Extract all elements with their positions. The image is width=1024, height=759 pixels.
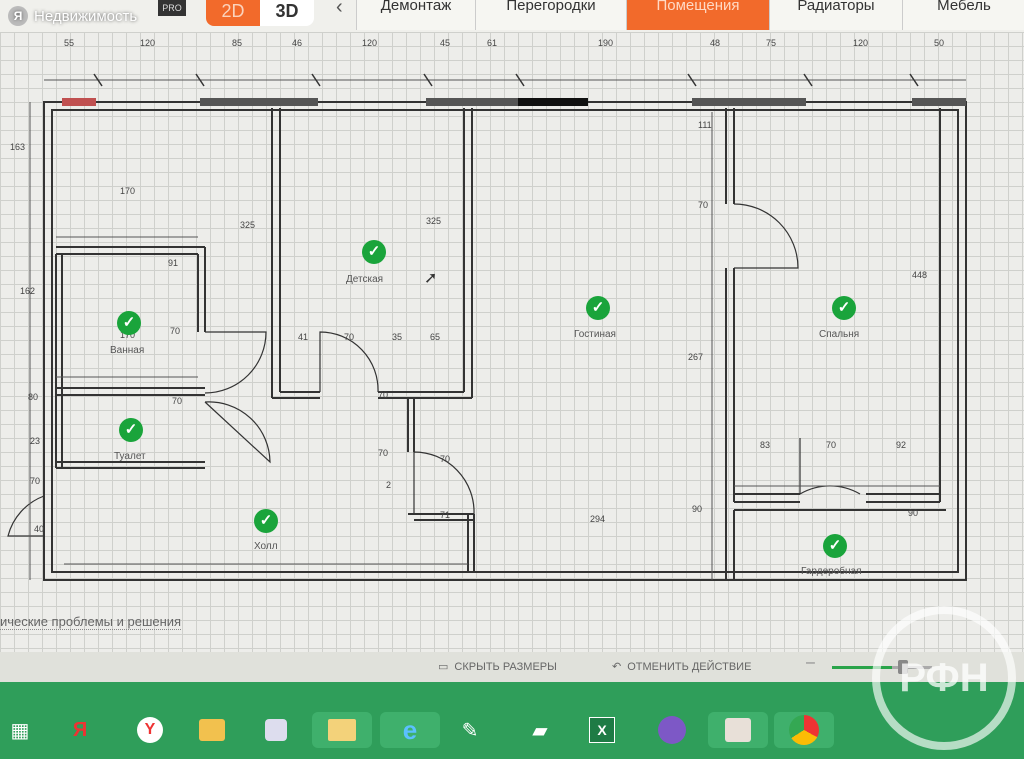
dim-top: 85 bbox=[232, 38, 243, 48]
dim-label: 448 bbox=[912, 270, 928, 280]
dim-label: 70 bbox=[378, 448, 389, 458]
floor-plan bbox=[7, 73, 967, 581]
dim-top: 50 bbox=[934, 38, 945, 48]
dim-top: 48 bbox=[710, 38, 721, 48]
tab-demontazh[interactable]: Демонтаж bbox=[356, 0, 475, 30]
dim-label: 70 bbox=[170, 326, 181, 336]
check-icon: ✓ bbox=[362, 240, 386, 264]
gimp-icon[interactable]: ✎ bbox=[452, 712, 488, 748]
scanner-icon[interactable]: ▰ bbox=[522, 712, 558, 748]
hide-sizes-label: СКРЫТЬ РАЗМЕРЫ bbox=[454, 660, 557, 673]
dim-label: 71 bbox=[440, 510, 451, 520]
dim-top: 120 bbox=[853, 38, 869, 48]
chrome-icon[interactable] bbox=[774, 712, 834, 748]
dim-label: 325 bbox=[426, 216, 442, 226]
room-label-garderobnaya[interactable]: Гардеробная bbox=[801, 566, 862, 577]
hide-sizes-button[interactable]: ▭ СКРЫТЬ РАЗМЕРЫ bbox=[438, 660, 557, 674]
top-bar: Я Недвижимость PRO 2D 3D ‹ Демонтаж Пере… bbox=[0, 0, 1024, 32]
tab-peregorodki[interactable]: Перегородки bbox=[475, 0, 626, 30]
undo-icon: ↶ bbox=[612, 661, 622, 673]
room-label-tualet[interactable]: Туалет bbox=[114, 451, 146, 462]
dim-top: 190 bbox=[598, 38, 614, 48]
outer-wall-outer bbox=[43, 101, 967, 581]
photo-icon[interactable] bbox=[194, 712, 230, 748]
yandex-browser-icon[interactable]: Y bbox=[132, 712, 168, 748]
dim-label: 70 bbox=[172, 396, 183, 406]
dim-label: 91 bbox=[168, 258, 179, 268]
dim-label: 90 bbox=[692, 504, 703, 514]
dim-top: 120 bbox=[362, 38, 378, 48]
tab-mebel[interactable]: Мебель bbox=[902, 0, 1024, 30]
back-arrow-icon[interactable]: ‹ bbox=[336, 0, 343, 19]
dim-label: 162 bbox=[20, 286, 36, 296]
yandex-icon[interactable]: Я bbox=[62, 712, 98, 748]
dim-top: 61 bbox=[487, 38, 498, 48]
dim-label: 80 bbox=[28, 392, 39, 402]
dim-label: 170 bbox=[120, 186, 136, 196]
dim-label: 267 bbox=[688, 352, 704, 362]
check-icon: ✓ bbox=[586, 296, 610, 320]
viber-icon[interactable] bbox=[654, 712, 690, 748]
check-icon: ✓ bbox=[117, 311, 141, 335]
check-icon: ✓ bbox=[254, 509, 278, 533]
dim-label: 40 bbox=[34, 524, 45, 534]
check-icon: ✓ bbox=[119, 418, 143, 442]
brand[interactable]: Я Недвижимость bbox=[8, 6, 137, 26]
dim-label: 83 bbox=[760, 440, 771, 450]
windows-taskbar: ▦ Я Y e ✎ ▰ X bbox=[0, 682, 1024, 759]
mouse-cursor-icon: ➚ bbox=[424, 270, 438, 287]
yandex-logo-icon: Я bbox=[8, 6, 28, 26]
dim-label: 92 bbox=[896, 440, 907, 450]
dim-label: 70 bbox=[30, 476, 41, 486]
tab-radiatory[interactable]: Радиаторы bbox=[769, 0, 902, 30]
dim-label: 35 bbox=[392, 332, 403, 342]
room-label-kholl[interactable]: Холл bbox=[254, 541, 278, 552]
ruler-icon: ▭ bbox=[438, 661, 449, 673]
settings-icon[interactable] bbox=[258, 712, 294, 748]
room-label-gostinaya[interactable]: Гостиная bbox=[574, 329, 616, 340]
dim-label: 41 bbox=[298, 332, 309, 342]
dim-top: 75 bbox=[766, 38, 777, 48]
dim-label: 294 bbox=[590, 514, 606, 524]
dim-label: 325 bbox=[240, 220, 256, 230]
dim-label: 70 bbox=[344, 332, 355, 342]
room-label-detskaya[interactable]: Детская bbox=[346, 274, 383, 285]
zoom-out-button[interactable]: – bbox=[806, 654, 815, 672]
excel-icon[interactable]: X bbox=[584, 712, 620, 748]
room-label-vannaya[interactable]: Ванная bbox=[110, 345, 144, 356]
undo-button[interactable]: ↶ ОТМЕНИТЬ ДЕЙСТВИЕ bbox=[612, 660, 752, 674]
folder-icon[interactable] bbox=[312, 712, 372, 748]
dim-label: 65 bbox=[430, 332, 441, 342]
outer-wall-inner bbox=[51, 109, 959, 573]
check-icon: ✓ bbox=[823, 534, 847, 558]
dim-top: 55 bbox=[64, 38, 75, 48]
installer-icon[interactable] bbox=[708, 712, 768, 748]
dim-top: 120 bbox=[140, 38, 156, 48]
calculator-icon[interactable]: ▦ bbox=[2, 712, 38, 748]
dim-label: 70 bbox=[440, 454, 451, 464]
mode-3d-button[interactable]: 3D bbox=[260, 0, 314, 26]
brand-title: Недвижимость bbox=[34, 7, 138, 25]
watermark-seal: РФН bbox=[872, 606, 1016, 750]
ie-icon[interactable]: e bbox=[380, 712, 440, 748]
dim-label: 70 bbox=[378, 390, 389, 400]
bottom-toolbar: ▭ СКРЫТЬ РАЗМЕРЫ ↶ ОТМЕНИТЬ ДЕЙСТВИЕ – bbox=[0, 652, 1024, 682]
undo-label: ОТМЕНИТЬ ДЕЙСТВИЕ bbox=[627, 660, 752, 673]
dim-label: 163 bbox=[10, 142, 26, 152]
dim-label: 23 bbox=[30, 436, 41, 446]
tab-pomescheniya[interactable]: Помещения bbox=[626, 0, 769, 30]
dim-label: 2 bbox=[386, 480, 392, 490]
dim-top: 45 bbox=[440, 38, 451, 48]
help-link[interactable]: ические проблемы и решения bbox=[0, 614, 182, 630]
pro-badge: PRO bbox=[158, 0, 186, 16]
dim-top: 46 bbox=[292, 38, 303, 48]
dim-label: 111 bbox=[698, 120, 712, 130]
dim-label: 70 bbox=[826, 440, 837, 450]
dim-label: 70 bbox=[698, 200, 709, 210]
mode-2d-button[interactable]: 2D bbox=[206, 0, 260, 26]
room-label-spalnya[interactable]: Спальня bbox=[819, 329, 859, 340]
check-icon: ✓ bbox=[832, 296, 856, 320]
dim-label: 90 bbox=[908, 508, 919, 518]
